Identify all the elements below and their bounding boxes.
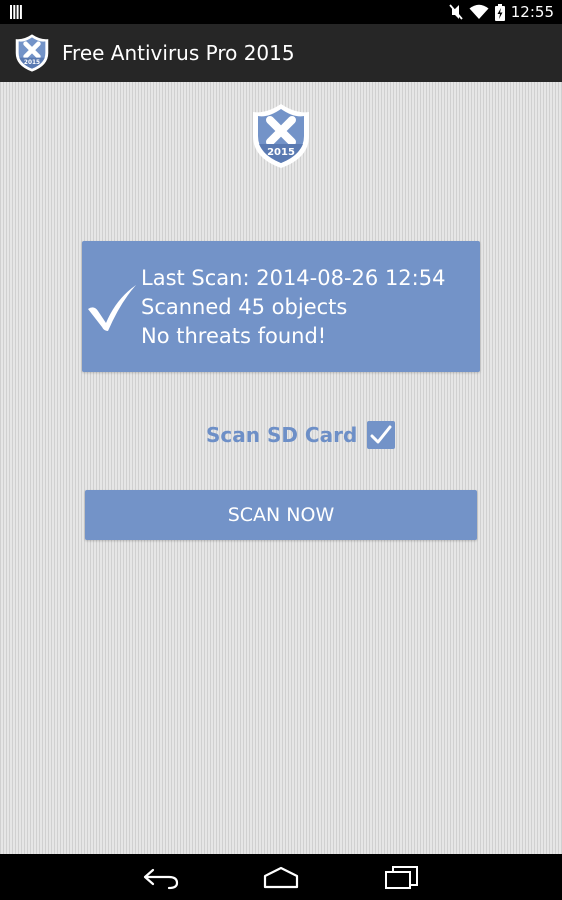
scan-sd-card-option[interactable]: Scan SD Card [206, 418, 396, 452]
checkbox-check-icon [370, 425, 392, 444]
scanned-objects-text: Scanned 45 objects [141, 295, 348, 319]
mute-icon [449, 4, 463, 20]
recent-apps-icon[interactable] [381, 864, 421, 890]
home-icon[interactable] [261, 864, 301, 890]
status-bar: 12:55 [0, 0, 562, 24]
status-time: 12:55 [510, 3, 554, 21]
scan-result-text: No threats found! [141, 324, 327, 348]
scan-status-text: Last Scan: 2014-08-26 12:54 Scanned 45 o… [141, 264, 445, 351]
checkmark-icon [88, 285, 136, 331]
scan-sd-card-label[interactable]: Scan SD Card [206, 423, 357, 447]
shield-2015-icon[interactable]: 2015 [14, 31, 50, 75]
svg-text:2015: 2015 [24, 60, 40, 66]
back-icon[interactable] [141, 864, 181, 890]
scan-status-panel: Last Scan: 2014-08-26 12:54 Scanned 45 o… [82, 241, 480, 372]
navigation-bar [0, 854, 562, 900]
status-icons: 12:55 [449, 0, 554, 24]
app-title: Free Antivirus Pro 2015 [62, 41, 295, 65]
scan-sd-card-checkbox[interactable] [367, 421, 396, 449]
wifi-icon [469, 4, 489, 19]
shield-2015-icon: 2015 [253, 104, 309, 168]
scan-now-button[interactable]: SCAN NOW [85, 490, 477, 540]
last-scan-text: Last Scan: 2014-08-26 12:54 [141, 266, 446, 290]
action-bar: 2015 Free Antivirus Pro 2015 [0, 24, 562, 82]
svg-text:2015: 2015 [267, 147, 295, 158]
battery-charging-icon [494, 3, 505, 21]
main-content: 2015 Last Scan: 2014-08-26 12:54 Scanned… [0, 82, 562, 854]
notification-bars-icon [10, 5, 22, 19]
